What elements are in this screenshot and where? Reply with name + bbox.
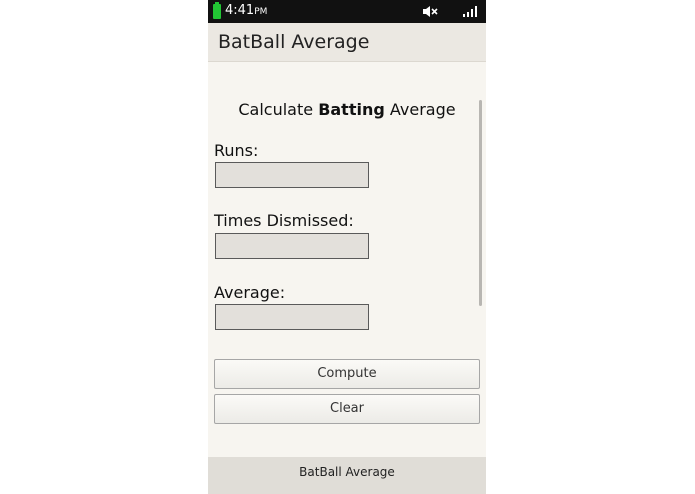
- heading-prefix: Calculate: [238, 100, 319, 119]
- scrollbar[interactable]: [479, 100, 482, 306]
- app-bar: BatBall Average: [208, 23, 486, 62]
- battery-icon: [213, 2, 221, 19]
- footer-title: BatBall Average: [299, 465, 395, 479]
- footer-bar: BatBall Average: [208, 457, 486, 494]
- status-ampm: PM: [254, 7, 268, 17]
- signal-icon: [463, 6, 477, 17]
- average-label: Average:: [214, 283, 286, 302]
- phone-screen: 4:41PM BatBall Average Calculate Batting…: [208, 0, 486, 494]
- status-time: 4:41PM: [225, 3, 267, 20]
- status-bar: 4:41PM: [208, 0, 486, 23]
- status-time-value: 4:41: [225, 3, 255, 18]
- runs-input[interactable]: [215, 162, 369, 188]
- mute-icon: [423, 6, 438, 17]
- average-output[interactable]: [215, 304, 369, 330]
- app-title: BatBall Average: [218, 31, 370, 53]
- heading-bold: Batting: [318, 100, 385, 119]
- times-dismissed-label: Times Dismissed:: [214, 211, 354, 230]
- form-heading: Calculate Batting Average: [208, 100, 486, 119]
- clear-button[interactable]: Clear: [214, 394, 480, 424]
- times-dismissed-input[interactable]: [215, 233, 369, 259]
- runs-label: Runs:: [214, 141, 259, 160]
- compute-button[interactable]: Compute: [214, 359, 480, 389]
- heading-suffix: Average: [384, 100, 456, 119]
